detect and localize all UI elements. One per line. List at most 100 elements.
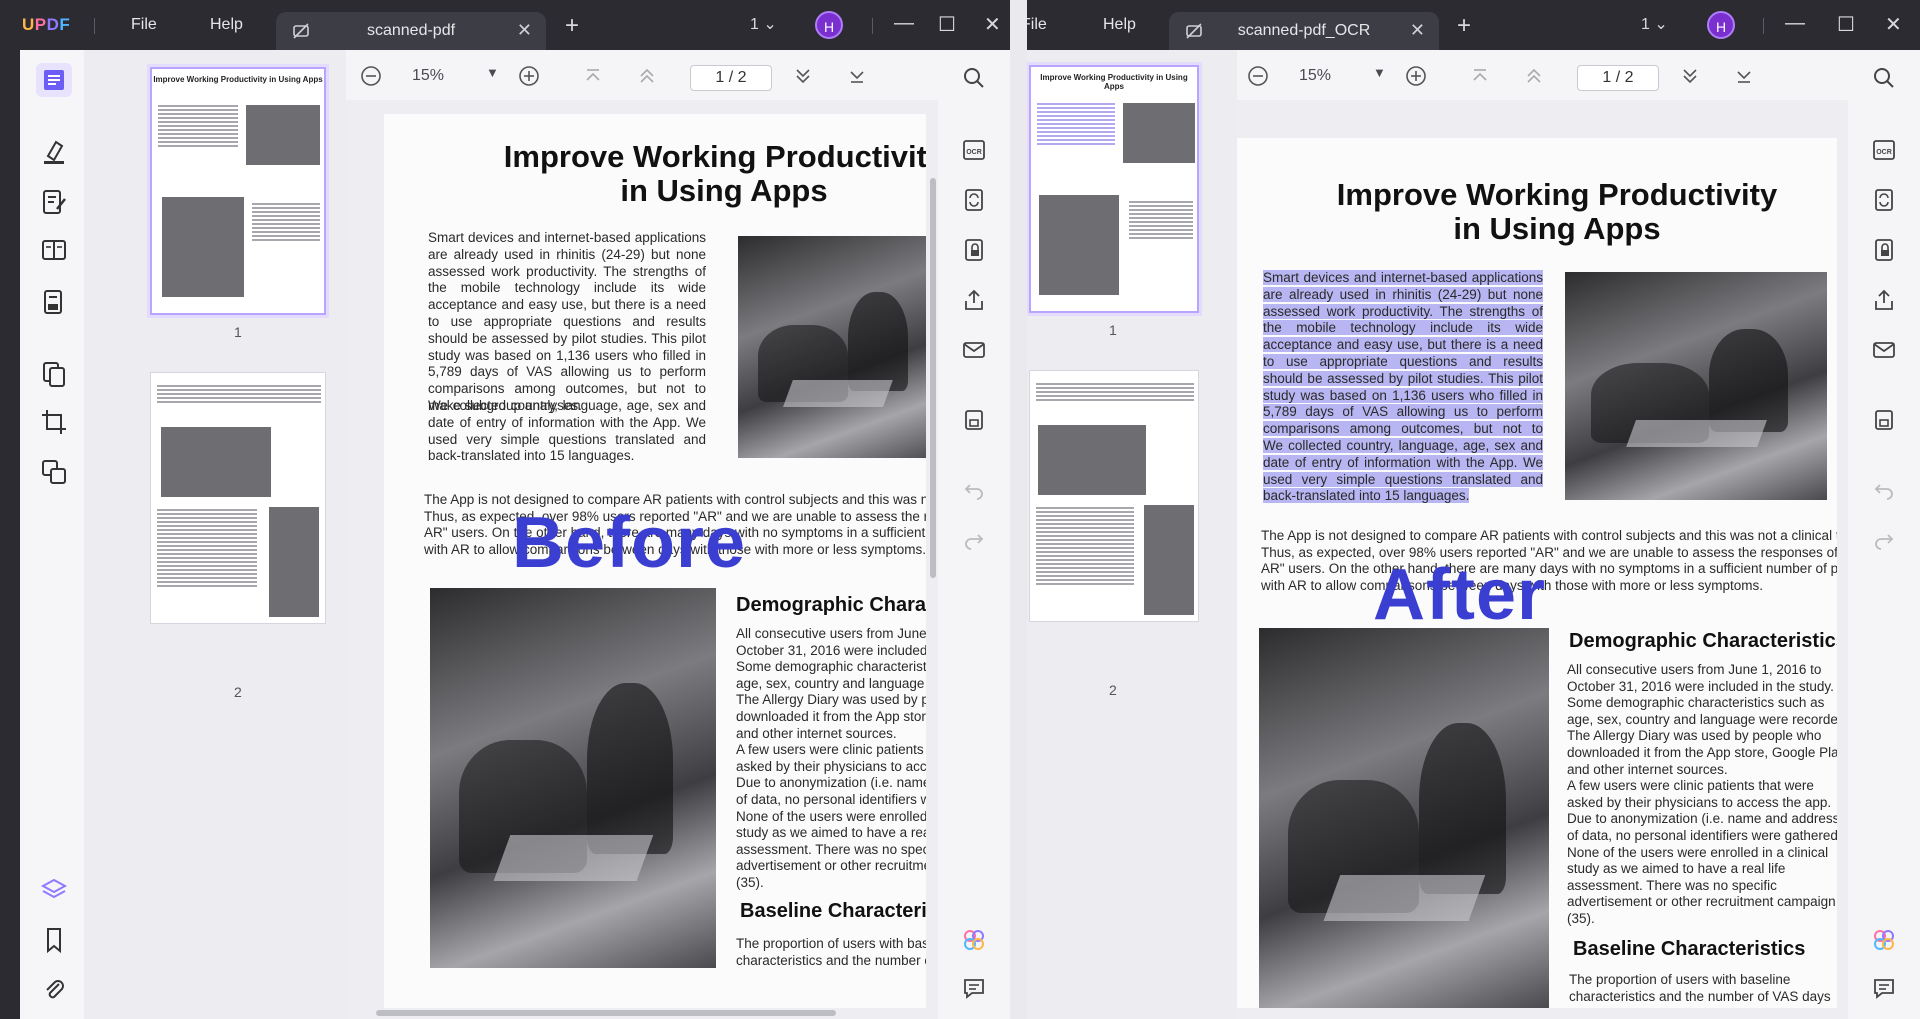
tab-count[interactable]: 1 ⌄ (1641, 14, 1668, 34)
new-tab-button[interactable]: + (565, 12, 579, 40)
next-page-icon[interactable] (792, 65, 814, 87)
thumb-text (246, 201, 324, 243)
ai-assistant-icon[interactable] (962, 928, 986, 952)
avatar[interactable]: H (1707, 11, 1735, 39)
document-tab[interactable]: scanned-pdf ✕ (276, 12, 546, 50)
comments-panel-icon[interactable] (1872, 976, 1896, 1000)
horizontal-scrollbar[interactable] (376, 1010, 836, 1016)
tab-title: scanned-pdf (366, 22, 456, 39)
share-icon[interactable] (1872, 288, 1896, 312)
baseline-text: The proportion of users with baseline ch… (1569, 972, 1831, 1004)
ocr-icon[interactable]: OCR (962, 138, 986, 162)
document-tab[interactable]: scanned-pdf_OCR ✕ (1169, 12, 1439, 50)
page-thumbnail-1[interactable]: Improve Working Productivity in Using Ap… (150, 67, 326, 315)
section-heading: Baseline Characteristics (1573, 938, 1806, 960)
page-thumbnail-1[interactable]: Improve Working Productivity in Using Ap… (1029, 65, 1199, 313)
page-number-label: 1 (234, 324, 242, 340)
reader-icon[interactable] (36, 63, 72, 97)
close-window-button[interactable]: ✕ (984, 12, 1001, 37)
menu-file[interactable]: File (1027, 16, 1047, 34)
thumb-photo (1038, 425, 1146, 495)
redo-icon[interactable] (962, 528, 986, 552)
email-icon[interactable] (962, 338, 986, 362)
minimize-button[interactable]: — (1785, 12, 1805, 35)
previous-page-icon[interactable] (636, 65, 658, 87)
ocr-text-selection[interactable]: We collected country, language, age, sex… (1263, 438, 1543, 504)
right-toolbar: OCR (938, 50, 1010, 1019)
zoom-dropdown-icon[interactable]: ▼ (1373, 65, 1386, 80)
comment-highlighter-icon[interactable] (40, 138, 68, 166)
first-page-icon[interactable] (1469, 65, 1491, 87)
undo-icon[interactable] (962, 478, 986, 502)
ocr-text-selection[interactable]: Smart devices and internet-based applica… (1263, 270, 1543, 453)
fill-sign-icon[interactable] (40, 288, 68, 316)
last-page-icon[interactable] (846, 65, 868, 87)
maximize-button[interactable]: ☐ (1837, 12, 1855, 37)
ocr-icon[interactable]: OCR (1872, 138, 1896, 162)
thumb-text (151, 383, 325, 405)
vertical-scrollbar[interactable] (930, 178, 936, 578)
page-thumbnail-2[interactable] (1029, 370, 1199, 622)
search-icon[interactable] (962, 66, 986, 90)
page-number-label: 2 (1109, 682, 1117, 698)
page-number-input[interactable]: 1 / 2 (1577, 65, 1659, 91)
zoom-level[interactable]: 15% (1299, 67, 1331, 85)
after-label: After (1373, 555, 1547, 635)
minimize-button[interactable]: — (894, 12, 914, 35)
new-tab-button[interactable]: + (1457, 12, 1471, 40)
close-tab-icon[interactable]: ✕ (1410, 20, 1425, 41)
search-icon[interactable] (1872, 66, 1896, 90)
last-page-icon[interactable] (1733, 65, 1755, 87)
zoom-in-icon[interactable] (518, 65, 540, 87)
menu-file[interactable]: File (131, 16, 157, 34)
menu-help[interactable]: Help (1103, 16, 1136, 34)
zoom-out-icon[interactable] (1247, 65, 1269, 87)
convert-icon[interactable] (962, 188, 986, 212)
edit-pdf-icon[interactable] (40, 188, 68, 216)
avatar[interactable]: H (815, 11, 843, 39)
thumbnail-panel: Improve Working Productivity in Using Ap… (1027, 50, 1237, 1019)
undo-icon[interactable] (1872, 478, 1896, 502)
redo-icon[interactable] (1872, 528, 1896, 552)
baseline-text: The proportion of users with baseline ch… (736, 936, 926, 968)
page-thumbnail-2[interactable] (150, 372, 326, 624)
first-page-icon[interactable] (582, 65, 604, 87)
compare-icon[interactable] (40, 458, 68, 486)
close-tab-icon[interactable]: ✕ (517, 20, 532, 41)
thumb-text (152, 103, 244, 149)
ai-assistant-icon[interactable] (1872, 928, 1896, 952)
zoom-out-icon[interactable] (360, 65, 382, 87)
next-page-icon[interactable] (1679, 65, 1701, 87)
thumb-title: Improve Working Productivity in Using Ap… (1040, 73, 1188, 91)
attachment-icon[interactable] (40, 976, 68, 1004)
chevron-down-icon: ⌄ (1654, 16, 1668, 33)
zoom-level[interactable]: 15% (412, 67, 444, 85)
thumb-text (1030, 381, 1198, 403)
close-window-button[interactable]: ✕ (1885, 12, 1902, 37)
title-bar: UPDF File Help scanned-pdf ✕ + 1 ⌄ H — ☐… (0, 0, 1010, 50)
save-icon[interactable] (1872, 408, 1896, 432)
protect-icon[interactable] (962, 238, 986, 262)
thumb-text (1123, 199, 1197, 241)
zoom-in-icon[interactable] (1405, 65, 1427, 87)
page-view-icon[interactable] (40, 236, 68, 264)
ocr-paragraph-1[interactable]: Smart devices and internet-based applica… (1263, 270, 1543, 455)
save-icon[interactable] (962, 408, 986, 432)
organize-pages-icon[interactable] (40, 360, 68, 388)
ocr-paragraph-2[interactable]: We collected country, language, age, sex… (1263, 438, 1543, 505)
zoom-dropdown-icon[interactable]: ▼ (486, 65, 499, 80)
email-icon[interactable] (1872, 338, 1896, 362)
comments-panel-icon[interactable] (962, 976, 986, 1000)
maximize-button[interactable]: ☐ (938, 12, 956, 37)
crop-icon[interactable] (40, 408, 68, 436)
pdf-page: Improve Working Productivity in Using App… (384, 114, 926, 1008)
tab-count[interactable]: 1 ⌄ (750, 14, 777, 34)
convert-icon[interactable] (1872, 188, 1896, 212)
previous-page-icon[interactable] (1523, 65, 1545, 87)
page-number-input[interactable]: 1 / 2 (690, 65, 772, 91)
share-icon[interactable] (962, 288, 986, 312)
layers-icon[interactable] (40, 876, 68, 904)
bookmark-icon[interactable] (40, 926, 68, 954)
menu-help[interactable]: Help (210, 16, 243, 34)
protect-icon[interactable] (1872, 238, 1896, 262)
